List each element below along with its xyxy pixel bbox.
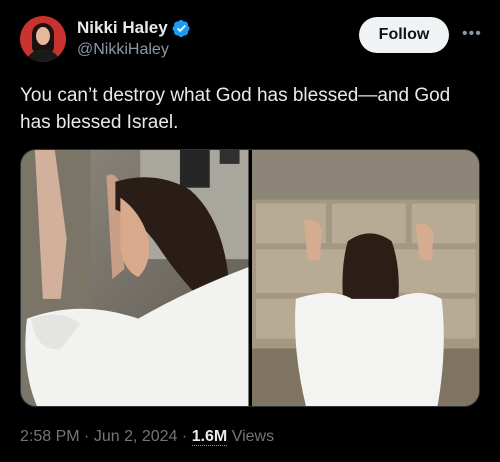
tweet-text: You can’t destroy what God has blessed—a… — [20, 85, 451, 133]
photo-left-image — [21, 150, 249, 406]
media-grid — [20, 149, 480, 407]
tweet-header: Nikki Haley @NikkiHaley Follow ••• — [20, 16, 481, 64]
avatar[interactable] — [20, 16, 66, 62]
views-label: Views — [231, 428, 275, 445]
follow-button[interactable]: Follow — [359, 17, 449, 53]
verified-badge-icon — [172, 19, 190, 37]
photo-left[interactable] — [21, 150, 249, 406]
author-handle[interactable]: @NikkiHaley — [77, 41, 191, 59]
avatar-face — [36, 27, 50, 45]
meta-separator: · — [181, 428, 188, 445]
name-row: Nikki Haley — [77, 18, 191, 38]
tweet-meta: 2:58 PM · Jun 2, 2024 · 1.6M Views — [20, 428, 274, 446]
post-time[interactable]: 2:58 PM — [20, 428, 80, 445]
photo-right[interactable] — [251, 150, 479, 406]
author-info[interactable]: Nikki Haley @NikkiHaley — [77, 18, 191, 59]
views-count[interactable]: 1.6M — [191, 428, 228, 446]
post-date[interactable]: Jun 2, 2024 — [94, 428, 178, 445]
display-name[interactable]: Nikki Haley — [77, 18, 168, 38]
photo-right-image — [251, 150, 479, 406]
more-dots-icon[interactable]: ••• — [462, 24, 481, 44]
avatar-shoulders — [25, 49, 61, 62]
meta-separator: · — [84, 428, 90, 445]
